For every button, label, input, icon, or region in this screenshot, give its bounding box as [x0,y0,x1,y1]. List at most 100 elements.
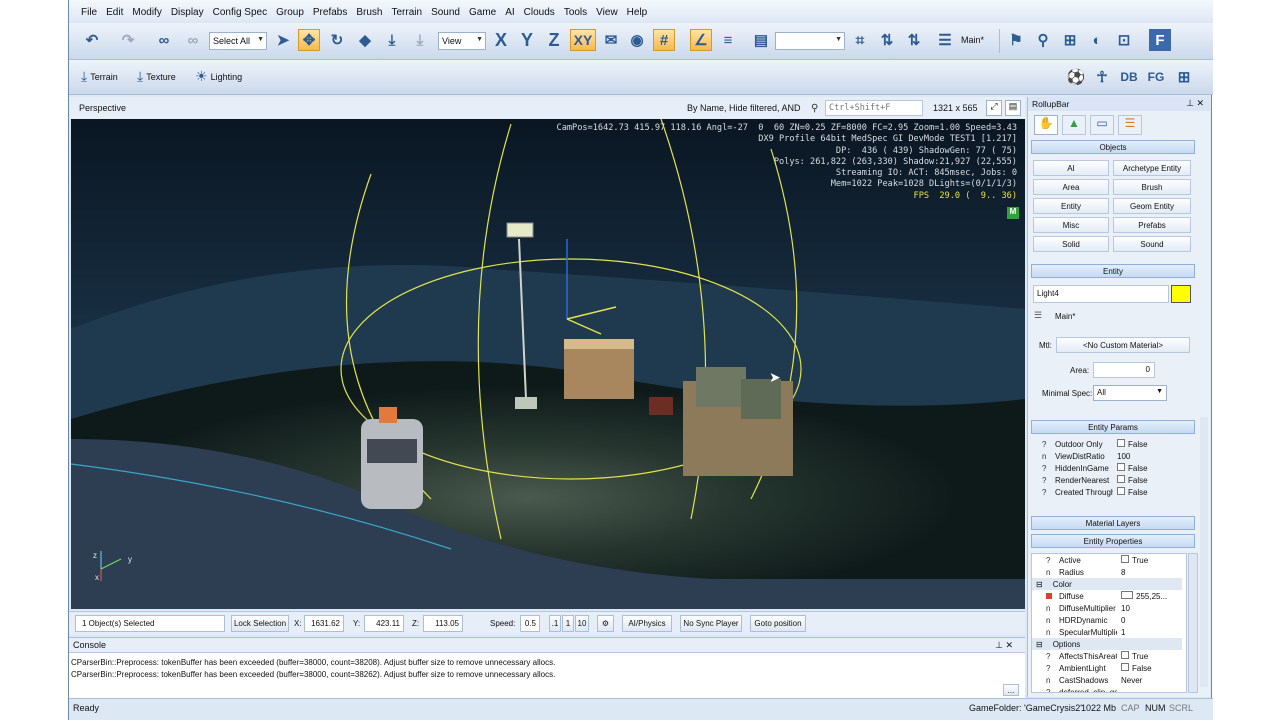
color-group-row[interactable]: ⊟ Color [1032,578,1182,590]
y-field[interactable]: 423.11 [364,615,404,632]
area-field[interactable]: 0 [1093,362,1155,378]
coord-system-combo[interactable]: View ▼ [438,32,486,50]
options-icon[interactable]: ▤ [1005,100,1021,116]
lock-selection-button[interactable]: Lock Selection [231,615,289,632]
menu-tools[interactable]: Tools [564,7,587,18]
lighting-tool-button[interactable]: ☀ Lighting [195,68,242,85]
menu-help[interactable]: Help [627,7,648,18]
snap-to-terrain-icon[interactable]: ⤓ [381,29,403,51]
menu-terrain[interactable]: Terrain [391,7,422,18]
archetype-entity-button[interactable]: Archetype Entity [1113,160,1191,176]
console-more-button[interactable]: ... [1003,684,1019,696]
z-field[interactable]: 113.05 [423,615,463,632]
entity-color-swatch[interactable] [1171,285,1191,303]
flowgraph-button[interactable]: FG [1145,66,1167,88]
checkbox[interactable] [1117,463,1125,471]
redo-icon[interactable]: ↷ [117,29,139,51]
minspec-select[interactable]: All ▼ [1093,385,1167,401]
property-row[interactable]: n ViewDistRatio 100 [1033,450,1183,462]
import-icon[interactable]: ⇅ [903,29,925,51]
checkbox[interactable] [1121,651,1129,659]
terrain-tab-icon[interactable]: ▲ [1062,115,1086,135]
sound-button[interactable]: Sound [1113,236,1191,252]
terrain-snap-icon[interactable]: ✉ [600,29,622,51]
axis-xy-button[interactable]: XY [570,29,596,51]
flowgraph-icon[interactable]: F [1149,29,1171,51]
entity-properties-header[interactable]: Entity Properties [1031,534,1195,548]
menu-display[interactable]: Display [171,7,204,18]
speed-option-1[interactable]: 1 [562,615,574,632]
layer-icon[interactable]: ☰ [1034,310,1042,321]
property-row[interactable]: ? Active True [1037,554,1186,566]
prefabs-button[interactable]: Prefabs [1113,217,1191,233]
database-button[interactable]: DB [1118,66,1140,88]
display-tab-icon[interactable]: ▭ [1090,115,1114,135]
solid-button[interactable]: Solid [1033,236,1109,252]
rotate-icon[interactable]: ↻ [326,29,348,51]
menu-prefabs[interactable]: Prefabs [313,7,347,18]
select-arrow-icon[interactable]: ➤ [272,29,294,51]
menu-game[interactable]: Game [469,7,496,18]
objects-tab-icon[interactable]: ✋ [1034,115,1058,135]
property-row[interactable]: ? RenderNearest False [1033,474,1183,486]
color-picker[interactable] [1121,591,1133,599]
goto-position-button[interactable]: Goto position [750,615,806,632]
perspective-viewport[interactable]: CamPos=1642.73 415.97 118.16 Angl=-27 0 … [71,119,1025,609]
checkbox[interactable] [1121,555,1129,563]
objects-header[interactable]: Objects [1031,140,1195,154]
rollup-close-icon[interactable]: ⊥ ✕ [1186,98,1204,109]
entity-button[interactable]: Entity [1033,198,1109,214]
menu-ai[interactable]: AI [505,7,514,18]
maximize-icon[interactable]: ⤢ [986,100,1002,116]
character-icon[interactable]: ☥ [1091,66,1113,88]
ruler-icon[interactable]: ≡ [717,29,739,51]
scale-icon[interactable]: ◆ [354,29,376,51]
ai-button[interactable]: AI [1033,160,1109,176]
link-icon[interactable]: ∞ [153,29,175,51]
material-button[interactable]: <No Custom Material> [1056,337,1190,353]
speed-option-0-1[interactable]: .1 [549,615,561,632]
filter-label[interactable]: By Name, Hide filtered, AND [687,103,801,113]
ai-cover-icon[interactable]: ◐ [1086,29,1108,51]
property-row[interactable]: n DiffuseMultiplier 10 [1037,602,1186,614]
menu-edit[interactable]: Edit [106,7,123,18]
select-mode-combo[interactable]: Select All ▼ [209,32,267,50]
rollup-scrollbar[interactable] [1200,417,1208,687]
misc-button[interactable]: Misc [1033,217,1109,233]
checkbox[interactable] [1117,487,1125,495]
texture-tool-button[interactable]: ⤓ Texture [137,68,176,85]
no-sync-player-button[interactable]: No Sync Player [680,615,742,632]
area-button[interactable]: Area [1033,179,1109,195]
layers-icon[interactable]: ☰ [934,29,956,51]
entity-properties-grid[interactable]: ? Active True n Radius 8 ⊟ Color Diffuse 255,25..… [1031,553,1187,693]
entity-name-field[interactable]: Light4 [1033,285,1169,303]
property-row[interactable]: ? HiddenInGame False [1033,462,1183,474]
property-row[interactable]: Diffuse 255,25... [1037,590,1186,602]
ai-navigation-icon[interactable]: ⊞ [1059,29,1081,51]
unlink-icon[interactable]: ∞ [182,29,204,51]
snap-to-object-icon[interactable]: ⤓ [409,29,431,51]
property-row[interactable]: ?AffectsThisAreaOnlyTrue [1037,650,1186,662]
angle-snap-icon[interactable]: ∠ [690,29,712,51]
options-group-row[interactable]: ⊟ Options [1032,638,1182,650]
search-input[interactable]: Ctrl+Shift+F [825,100,923,116]
camera-icon[interactable]: ◉ [626,29,648,51]
export-icon[interactable]: ⇅ [876,29,898,51]
current-layer-label[interactable]: Main* [961,35,984,45]
remove-selection-icon[interactable]: ⌗ [849,29,871,51]
brush-button[interactable]: Brush [1113,179,1191,195]
menu-group[interactable]: Group [276,7,304,18]
search-icon[interactable]: ⚲ [811,103,818,114]
menu-modify[interactable]: Modify [132,7,161,18]
terrain-tool-button[interactable]: ⤓ Terrain [81,68,118,85]
viewport-title[interactable]: Perspective [79,103,126,113]
x-field[interactable]: 1631.62 [304,615,344,632]
notes-icon[interactable]: ▤ [750,29,772,51]
property-row[interactable]: n CastShadows Never [1037,674,1186,686]
entity-layer[interactable]: Main* [1055,312,1075,321]
property-row[interactable]: ?deferred_clip_geom [1037,686,1186,693]
m-badge[interactable]: M [1007,207,1019,219]
property-row[interactable]: ?Created Through PoolFalse [1033,486,1183,498]
axis-y-button[interactable]: Y [516,29,538,51]
ai-tag-icon[interactable]: ⊡ [1113,29,1135,51]
